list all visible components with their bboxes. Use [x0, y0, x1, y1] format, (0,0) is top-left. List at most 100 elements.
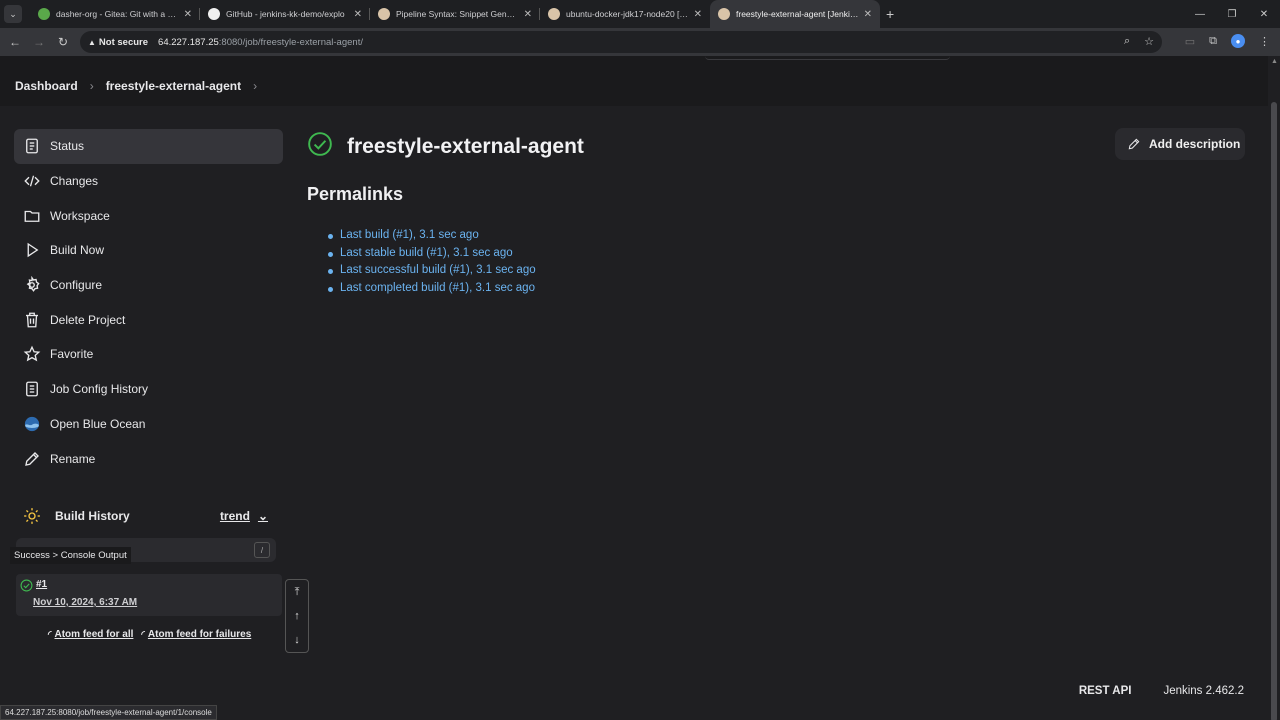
build-status-tooltip: Success > Console Output: [10, 547, 131, 564]
tab-title: dasher-org - Gitea: Git with a cup: [56, 9, 180, 19]
not-secure-badge[interactable]: Not secure: [88, 37, 148, 48]
bookmark-star-icon[interactable]: ☆: [1144, 35, 1154, 48]
sidebar-item-status[interactable]: Status: [14, 129, 283, 164]
code-icon: [22, 171, 42, 191]
sidebar-item-label: Job Config History: [50, 382, 149, 397]
jenkins-favicon-icon: [718, 8, 730, 20]
atom-feeds: ◜ Atom feed for all ◜ Atom feed for failur…: [48, 629, 251, 640]
browser-tab[interactable]: dasher-org - Gitea: Git with a cup ✕: [30, 0, 200, 28]
forward-icon[interactable]: →: [27, 35, 51, 49]
permalink-last-build[interactable]: Last build (#1), 3.1 sec ago: [328, 229, 536, 247]
extension-icon[interactable]: ▭: [1185, 35, 1195, 48]
sidebar-item-changes[interactable]: Changes: [14, 164, 283, 199]
sidebar-item-label: Favorite: [50, 347, 94, 362]
build-history-card: Build History trend ⌄ / #1 Nov 10, 2024,…: [10, 498, 282, 653]
blue-ocean-icon: [22, 414, 42, 434]
sidebar-item-rename[interactable]: Rename: [14, 441, 283, 476]
filter-shortcut-badge: /: [254, 542, 270, 558]
reload-icon[interactable]: ↻: [51, 35, 75, 49]
atom-feed-all[interactable]: ◜ Atom feed for all: [48, 629, 133, 640]
rss-icon: ◜: [141, 629, 145, 639]
close-tab-icon[interactable]: ✕: [694, 9, 702, 20]
atom-feed-failures[interactable]: ◜ Atom feed for failures: [141, 629, 251, 640]
page-up-icon[interactable]: ↑: [294, 610, 300, 622]
permalink-last-successful-build[interactable]: Last successful build (#1), 3.1 sec ago: [328, 264, 536, 282]
breadcrumb-job[interactable]: freestyle-external-agent: [106, 79, 241, 93]
scroll-up-icon[interactable]: ▲: [1271, 58, 1278, 65]
close-tab-icon[interactable]: ✕: [184, 9, 192, 20]
gitea-favicon-icon: [38, 8, 50, 20]
permalinks-list: Last build (#1), 3.1 sec ago Last stable…: [328, 229, 536, 300]
tab-list-button[interactable]: ⌄: [4, 5, 22, 23]
pencil-icon: [22, 449, 42, 469]
menu-kebab-icon[interactable]: ⋮: [1259, 35, 1270, 48]
close-window-icon[interactable]: ✕: [1248, 0, 1280, 28]
sidebar-item-label: Workspace: [50, 208, 110, 223]
page-header-strip: [0, 56, 1268, 66]
chevron-right-icon[interactable]: ›: [253, 79, 257, 93]
tab-title: Pipeline Syntax: Snippet Generator: [396, 9, 520, 19]
close-tab-icon[interactable]: ✕: [354, 9, 362, 20]
add-description-label: Add description: [1149, 137, 1241, 151]
browser-tab-active[interactable]: freestyle-external-agent [Jenkins] ✕: [710, 0, 880, 28]
tab-title: ubuntu-docker-jdk17-node20 [Jenkins]: [566, 9, 690, 19]
sidebar-item-job-config-history[interactable]: Job Config History: [14, 372, 283, 407]
gear-icon: [22, 275, 42, 295]
browser-tab[interactable]: GitHub - jenkins-kk-demo/explo ✕: [200, 0, 370, 28]
restore-icon[interactable]: ❐: [1216, 0, 1248, 28]
jenkins-version[interactable]: Jenkins 2.462.2: [1163, 685, 1244, 697]
job-title-row: freestyle-external-agent: [307, 131, 584, 162]
sidebar-item-build-now[interactable]: Build Now: [14, 233, 283, 268]
omnibox-icons: ⌕ ☆: [1124, 35, 1154, 48]
permalink-last-completed-build[interactable]: Last completed build (#1), 3.1 sec ago: [328, 282, 536, 300]
atom-feed-all-link[interactable]: Atom feed for all: [55, 629, 134, 640]
document-icon: [22, 136, 42, 156]
build-row[interactable]: #1 Nov 10, 2024, 6:37 AM: [16, 574, 282, 616]
sidebar-item-label: Configure: [50, 278, 103, 293]
new-tab-icon[interactable]: +: [886, 6, 894, 22]
page-scrollbar[interactable]: ▲: [1268, 56, 1280, 720]
trash-icon: [22, 310, 42, 330]
sidebar-item-label: Delete Project: [50, 312, 126, 327]
page-down-icon[interactable]: ↓: [294, 634, 300, 646]
puzzle-icon[interactable]: ⧉: [1209, 35, 1217, 48]
close-tab-icon[interactable]: ✕: [524, 9, 532, 20]
zoom-icon[interactable]: ⌕: [1124, 35, 1130, 48]
extension-icons: ▭ ⧉ ● ⋮: [1185, 34, 1270, 48]
url-path: :8080/job/freestyle-external-agent/: [218, 36, 363, 48]
success-check-icon[interactable]: [20, 579, 33, 597]
close-tab-icon[interactable]: ✕: [864, 9, 872, 20]
add-description-button[interactable]: Add description: [1115, 128, 1245, 160]
sidebar-item-configure[interactable]: Configure: [14, 268, 283, 303]
atom-feed-failures-link[interactable]: Atom feed for failures: [148, 629, 251, 640]
history-icon: [22, 379, 42, 399]
trend-dropdown[interactable]: trend ⌄: [220, 509, 268, 523]
star-icon: [22, 344, 42, 364]
sidebar-item-favorite[interactable]: Favorite: [14, 337, 283, 372]
sidebar-item-workspace[interactable]: Workspace: [14, 198, 283, 233]
scrollbar-thumb[interactable]: [1271, 102, 1277, 720]
sidebar-item-label: Build Now: [50, 243, 105, 258]
sidebar-item-delete-project[interactable]: Delete Project: [14, 302, 283, 337]
profile-avatar-icon[interactable]: ●: [1231, 34, 1245, 48]
rss-icon: ◜: [48, 629, 52, 639]
back-icon[interactable]: ←: [3, 35, 27, 49]
breadcrumb: Dashboard › freestyle-external-agent ›: [0, 66, 1268, 106]
build-history-pager: ⤒ ↑ ↓: [285, 579, 309, 653]
address-bar[interactable]: Not secure 64.227.187.25 :8080/job/frees…: [80, 31, 1162, 53]
rest-api-link[interactable]: REST API: [1079, 685, 1132, 697]
permalink-last-stable-build[interactable]: Last stable build (#1), 3.1 sec ago: [328, 247, 536, 265]
build-number-link[interactable]: #1: [36, 579, 47, 590]
tab-title: GitHub - jenkins-kk-demo/explo: [226, 9, 345, 19]
breadcrumb-dashboard[interactable]: Dashboard: [15, 79, 78, 93]
sidebar-item-open-blue-ocean[interactable]: Open Blue Ocean: [14, 407, 283, 442]
minimize-icon[interactable]: —: [1184, 0, 1216, 28]
page-title: freestyle-external-agent: [347, 134, 584, 158]
jenkins-favicon-icon: [548, 8, 560, 20]
browser-tab[interactable]: Pipeline Syntax: Snippet Generator ✕: [370, 0, 540, 28]
build-date-link[interactable]: Nov 10, 2024, 6:37 AM: [33, 597, 137, 608]
browser-tab[interactable]: ubuntu-docker-jdk17-node20 [Jenkins] ✕: [540, 0, 710, 28]
jenkins-favicon-icon: [378, 8, 390, 20]
build-history-title: Build History: [55, 509, 130, 523]
page-first-icon[interactable]: ⤒: [295, 586, 300, 599]
